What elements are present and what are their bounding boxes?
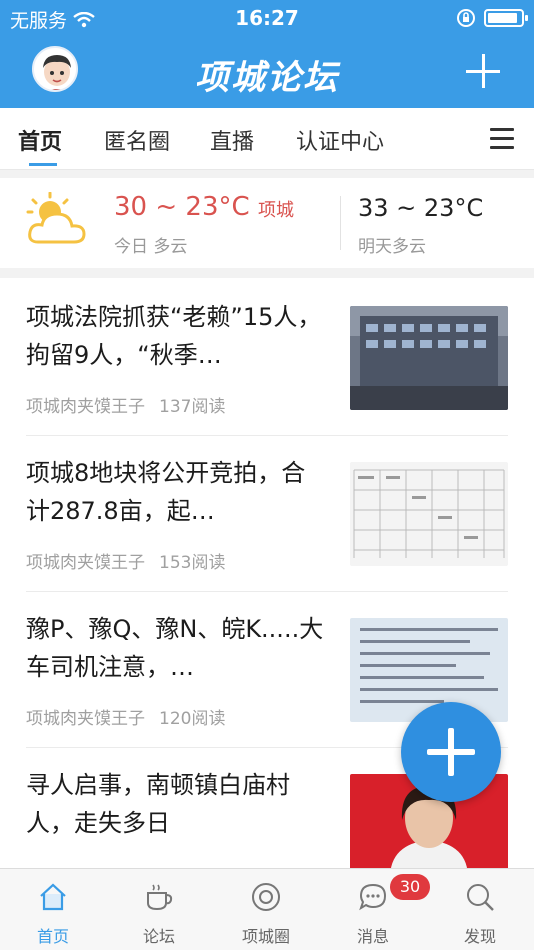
tabbar-label-messages: 消息	[356, 927, 389, 946]
tomorrow-weather-desc: 明天多云	[358, 237, 426, 257]
clock: 16:27	[235, 6, 299, 30]
tabbar-item-home[interactable]: 首页	[0, 869, 106, 950]
article-meta: 项城肉夹馍王子 120阅读	[26, 704, 225, 729]
weather-divider	[340, 196, 341, 250]
tomorrow-temperature: 33 ~ 23°C	[358, 194, 484, 222]
divider	[0, 170, 534, 178]
article-author: 项城肉夹馍王子	[26, 709, 145, 729]
tabbar-item-discover[interactable]: 发现	[427, 869, 533, 950]
tab-anonymous[interactable]: 匿名圈	[104, 124, 170, 156]
article-thumbnail	[350, 462, 508, 566]
list-item[interactable]: 项城8地块将公开竞拍，合计287.8亩，起… 项城肉夹馍王子 153阅读	[0, 436, 534, 592]
bottom-tab-bar: 首页 论坛 项城圈 消息 发现	[0, 868, 534, 950]
coffee-cup-icon	[147, 884, 173, 911]
tab-home[interactable]: 首页	[18, 124, 62, 156]
article-title: 项城8地块将公开竞拍，合计287.8亩，起…	[26, 459, 306, 525]
article-title: 寻人启事，南顿镇白庙村人，走失多日	[26, 771, 290, 837]
circle-icon	[252, 883, 280, 911]
article-author: 项城肉夹馍王子	[26, 553, 145, 573]
tabbar-item-circle[interactable]: 项城圈	[213, 869, 319, 950]
add-post-button[interactable]	[466, 54, 500, 88]
tabbar-label-home: 首页	[36, 927, 69, 946]
article-reads: 120阅读	[159, 709, 226, 729]
home-icon	[40, 883, 66, 911]
tab-active-indicator	[29, 163, 57, 166]
tabbar-label-forum: 论坛	[142, 927, 175, 946]
menu-icon[interactable]	[490, 128, 514, 150]
list-item[interactable]: 项城法院抓获“老赖”15人，拘留9人，“秋季… 项城肉夹馍王子 137阅读	[0, 280, 534, 436]
tabbar-label-discover: 发现	[463, 927, 496, 946]
article-title: 项城法院抓获“老赖”15人，拘留9人，“秋季…	[26, 303, 322, 369]
battery-fill	[488, 13, 518, 23]
status-right	[456, 8, 528, 28]
article-meta: 项城肉夹馍王子 137阅读	[26, 392, 225, 417]
status-bar: 无服务 16:27	[0, 0, 534, 36]
article-title: 豫P、豫Q、豫N、皖K.....大车司机注意，…	[26, 615, 324, 681]
article-reads: 137阅读	[159, 397, 226, 417]
today-weather-desc: 今日 多云	[114, 237, 188, 257]
tab-verification-center[interactable]: 认证中心	[296, 124, 384, 156]
rotation-lock-icon	[457, 9, 475, 27]
new-post-fab[interactable]	[401, 702, 501, 802]
tabbar-label-circle: 项城圈	[241, 927, 290, 946]
article-reads: 153阅读	[159, 553, 226, 573]
weather-city: 项城	[258, 200, 294, 221]
battery-icon	[484, 9, 528, 27]
tabbar-item-forum[interactable]: 论坛	[106, 869, 212, 950]
article-meta: 项城肉夹馍王子 153阅读	[26, 548, 225, 573]
message-count-badge: 30	[390, 874, 430, 900]
article-author: 项城肉夹馍王子	[26, 397, 145, 417]
divider	[0, 268, 534, 278]
tab-live[interactable]: 直播	[210, 124, 254, 156]
search-icon	[467, 884, 494, 911]
cloudy-sun-icon	[26, 192, 86, 244]
weather-card[interactable]	[0, 178, 534, 268]
app-title: 项城论坛	[195, 58, 339, 98]
chat-bubble-icon	[359, 883, 387, 911]
article-thumbnail	[350, 306, 508, 410]
today-temperature: 30 ~ 23°C	[114, 192, 250, 222]
top-tabs: 首页 匿名圈 直播 认证中心	[0, 108, 534, 170]
header: 无服务 16:27 项城论坛	[0, 0, 534, 108]
